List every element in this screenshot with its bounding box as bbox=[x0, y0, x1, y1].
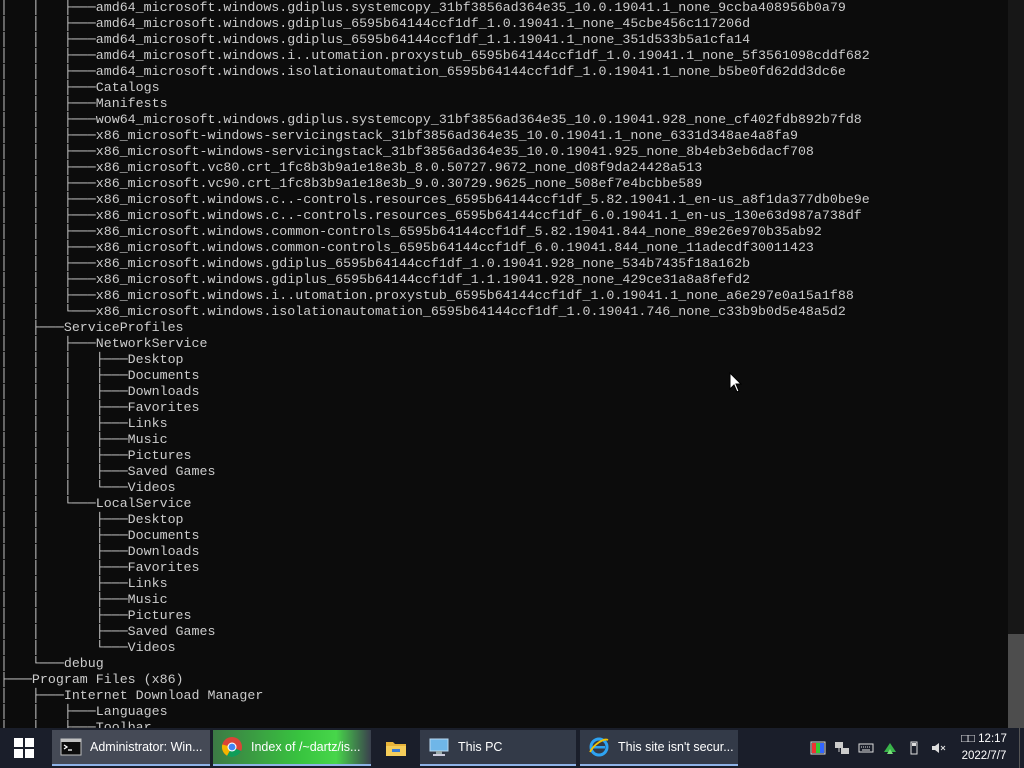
console-line: │ │ │ └───Videos bbox=[0, 480, 176, 495]
mouse-pointer-icon bbox=[729, 372, 743, 393]
console-line: │ │ │ ├───Favorites bbox=[0, 400, 200, 415]
console-line: │ │ ├───Music bbox=[0, 592, 168, 607]
console-line: │ │ ├───amd64_microsoft.windows.i..utoma… bbox=[0, 48, 870, 63]
console-line: │ │ ├───Documents bbox=[0, 528, 200, 543]
console-line: │ │ ├───Desktop bbox=[0, 512, 184, 527]
console-line: │ │ │ ├───Music bbox=[0, 432, 168, 447]
console-line: │ │ ├───Languages bbox=[0, 704, 168, 719]
console-icon bbox=[60, 738, 82, 756]
console-line: │ │ ├───x86_microsoft.windows.i..utomati… bbox=[0, 288, 854, 303]
console-line: │ │ ├───x86_microsoft-windows-servicings… bbox=[0, 144, 814, 159]
taskbar-item-label: Administrator: Win... bbox=[90, 740, 203, 754]
taskbar-item-label: Index of /~dartz/is... bbox=[251, 740, 361, 754]
clock-time: □□ 12:17 bbox=[961, 733, 1007, 745]
console-line: │ │ ├───x86_microsoft.windows.gdiplus_65… bbox=[0, 256, 751, 271]
console-line: │ │ └───LocalService bbox=[0, 496, 192, 511]
console-window[interactable]: │ │ ├───amd64_microsoft.windows.gdiplus.… bbox=[0, 0, 1008, 728]
scrollbar-thumb[interactable] bbox=[1008, 634, 1024, 728]
clock-date: 2022/7/7 bbox=[961, 750, 1007, 762]
usb-drive-tray-icon[interactable] bbox=[906, 740, 922, 756]
taskbar-clock[interactable]: □□ 12:17 2022/7/7 bbox=[952, 731, 1016, 765]
console-line: │ │ ├───Toolbar bbox=[0, 720, 152, 728]
show-desktop-button[interactable] bbox=[1019, 728, 1024, 768]
console-line: │ ├───ServiceProfiles bbox=[0, 320, 184, 335]
this-pc-icon bbox=[429, 738, 449, 756]
console-line: │ │ ├───amd64_microsoft.windows.gdiplus.… bbox=[0, 0, 846, 15]
console-scrollbar[interactable] bbox=[1008, 0, 1024, 728]
chrome-icon bbox=[221, 737, 242, 758]
console-line: │ │ ├───Downloads bbox=[0, 544, 200, 559]
console-line: │ │ ├───x86_microsoft.windows.common-con… bbox=[0, 240, 814, 255]
console-line: │ │ │ ├───Desktop bbox=[0, 352, 184, 367]
console-output: │ │ ├───amd64_microsoft.windows.gdiplus.… bbox=[0, 0, 870, 728]
console-line: │ │ ├───amd64_microsoft.windows.gdiplus_… bbox=[0, 16, 751, 31]
console-line: │ │ ├───wow64_microsoft.windows.gdiplus.… bbox=[0, 112, 862, 127]
taskbar-item-powershell[interactable]: Administrator: Win... bbox=[52, 730, 210, 766]
console-line: │ │ ├───x86_microsoft.windows.c..-contro… bbox=[0, 192, 870, 207]
console-line: │ └───debug bbox=[0, 656, 104, 671]
internet-explorer-icon bbox=[589, 737, 609, 757]
color-tray-icon[interactable] bbox=[810, 740, 826, 756]
console-line: │ │ ├───Catalogs bbox=[0, 80, 160, 95]
taskbar: Administrator: Win... Index of /~dartz/i… bbox=[0, 728, 1024, 768]
taskbar-item-label: This PC bbox=[458, 740, 503, 754]
console-line: │ │ ├───Links bbox=[0, 576, 168, 591]
console-line: │ │ └───Videos bbox=[0, 640, 176, 655]
taskbar-item-internet-explorer[interactable]: This site isn't secur... bbox=[580, 730, 738, 766]
console-line: │ │ ├───Manifests bbox=[0, 96, 168, 111]
taskbar-item-file-explorer[interactable] bbox=[375, 730, 417, 766]
console-line: │ │ │ ├───Pictures bbox=[0, 448, 192, 463]
console-line: │ │ ├───x86_microsoft.windows.gdiplus_65… bbox=[0, 272, 751, 287]
console-line: ├───Program Files (x86) bbox=[0, 672, 184, 687]
windows-logo-icon bbox=[14, 738, 34, 758]
console-line: │ │ │ ├───Links bbox=[0, 416, 168, 431]
taskbar-item-chrome[interactable]: Index of /~dartz/is... bbox=[213, 730, 371, 766]
console-line: │ │ ├───x86_microsoft.vc80.crt_1fc8b3b9a… bbox=[0, 160, 703, 175]
keyboard-tray-icon[interactable] bbox=[858, 740, 874, 756]
console-line: │ │ ├───amd64_microsoft.windows.gdiplus_… bbox=[0, 32, 751, 47]
console-line: │ │ ├───Saved Games bbox=[0, 624, 216, 639]
console-line: │ │ ├───Pictures bbox=[0, 608, 192, 623]
file-explorer-icon bbox=[386, 742, 406, 756]
console-line: │ │ ├───Favorites bbox=[0, 560, 200, 575]
console-line: │ │ └───x86_microsoft.windows.isolationa… bbox=[0, 304, 846, 319]
green-arrow-tray-icon[interactable] bbox=[882, 740, 898, 756]
console-line: │ │ ├───x86_microsoft.windows.c..-contro… bbox=[0, 208, 862, 223]
console-line: │ │ ├───amd64_microsoft.windows.isolatio… bbox=[0, 64, 846, 79]
console-line: │ │ ├───x86_microsoft.vc90.crt_1fc8b3b9a… bbox=[0, 176, 703, 191]
console-line: │ │ ├───x86_microsoft.windows.common-con… bbox=[0, 224, 822, 239]
network-tray-icon[interactable] bbox=[834, 740, 850, 756]
console-line: │ │ ├───NetworkService bbox=[0, 336, 208, 351]
console-line: │ │ ├───x86_microsoft-windows-servicings… bbox=[0, 128, 798, 143]
taskbar-item-label: This site isn't secur... bbox=[618, 740, 734, 754]
start-button[interactable] bbox=[0, 728, 48, 768]
console-line: │ ├───Internet Download Manager bbox=[0, 688, 264, 703]
console-line: │ │ │ ├───Saved Games bbox=[0, 464, 216, 479]
system-tray bbox=[806, 728, 950, 768]
volume-muted-icon[interactable] bbox=[930, 740, 946, 756]
taskbar-item-this-pc[interactable]: This PC bbox=[420, 730, 576, 766]
